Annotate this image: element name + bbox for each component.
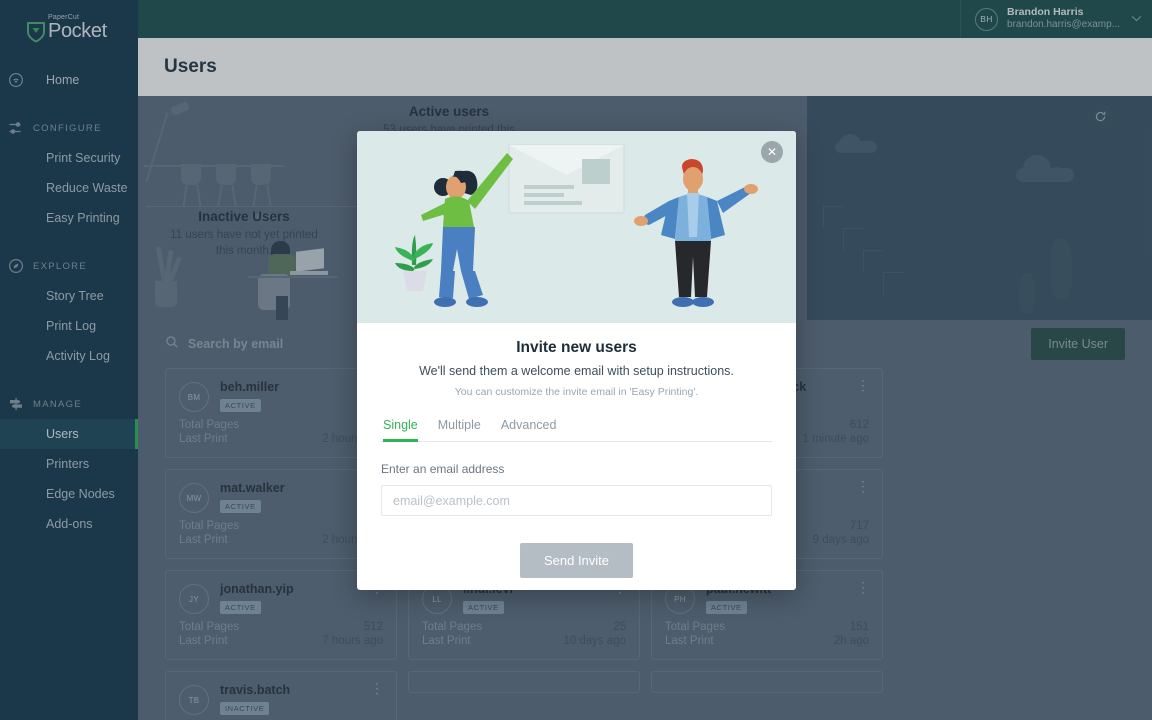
app-root: PaperCut Pocket Home CONFIGURE Print Sec… [0,0,1152,720]
modal-note: You can customize the invite email in 'E… [454,386,699,398]
tab-multiple[interactable]: Multiple [438,418,481,442]
invite-illustration-art [395,144,758,307]
email-field[interactable] [381,485,772,516]
modal-illustration: ✕ [357,131,796,323]
invite-mode-tabs: Single Multiple Advanced [381,418,772,442]
send-invite-button[interactable]: Send Invite [519,543,634,578]
invite-users-modal: ✕ Invite new users We'll send them a wel… [357,131,796,590]
modal-subtitle: We'll send them a welcome email with set… [419,364,734,378]
tab-advanced[interactable]: Advanced [501,418,557,442]
close-icon[interactable]: ✕ [761,141,783,163]
tab-single[interactable]: Single [383,418,418,442]
email-field-group: Enter an email address Send Invite [357,442,796,578]
modal-title: Invite new users [516,339,637,356]
email-field-label: Enter an email address [381,462,505,476]
modal-body: Invite new users We'll send them a welco… [357,323,796,442]
